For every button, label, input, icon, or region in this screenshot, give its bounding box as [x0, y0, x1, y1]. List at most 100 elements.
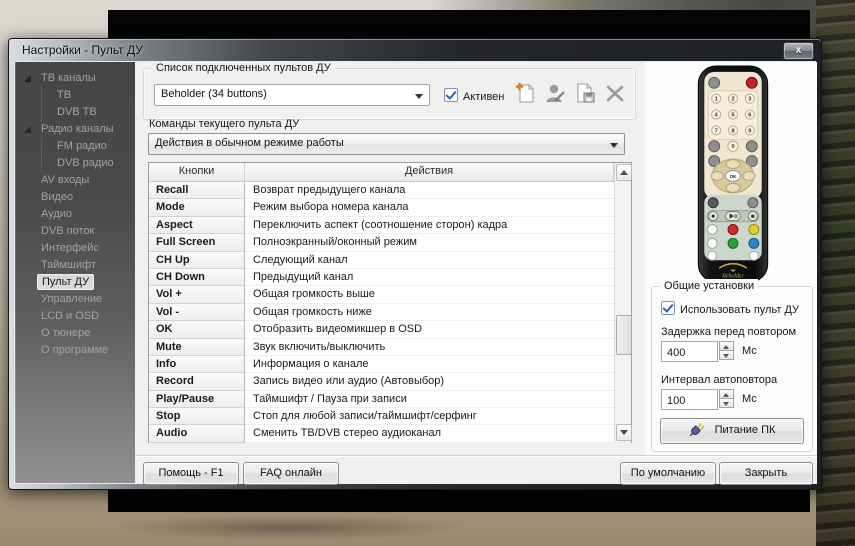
table-row[interactable]: InfoИнформация о канале	[149, 356, 631, 373]
delete-remote-icon[interactable]	[602, 80, 628, 106]
button-cell[interactable]: CH Down	[149, 269, 245, 286]
remote-list-group-label: Список подключенных пультов ДУ	[152, 61, 335, 75]
remote-select[interactable]: Beholder (34 buttons)	[154, 84, 430, 106]
sidebar-item-label: Видео	[37, 191, 77, 203]
sidebar-item-3[interactable]: Радио каналы	[15, 121, 135, 138]
scroll-up-button[interactable]	[616, 164, 632, 181]
button-cell[interactable]: Record	[149, 373, 245, 390]
help-button[interactable]: Помощь - F1	[143, 462, 239, 485]
table-row[interactable]: AudioСменить ТВ/DVB стерео аудиоканал	[149, 425, 631, 442]
table-row[interactable]: MuteЗвук включить/выключить	[149, 339, 631, 356]
button-cell[interactable]: Stop	[149, 408, 245, 425]
footer-bar: Помощь - F1 FAQ онлайн По умолчанию Закр…	[135, 455, 817, 484]
column-header-actions[interactable]: Действия	[245, 163, 614, 181]
stepper-down-button[interactable]	[719, 398, 734, 408]
button-cell[interactable]: Play/Pause	[149, 391, 245, 408]
action-cell[interactable]: Переключить аспект (соотношение сторон) …	[245, 217, 631, 234]
action-cell[interactable]: Отобразить видеомикшер в OSD	[245, 321, 631, 338]
action-cell[interactable]: Запись видео или аудио (Автовыбор)	[245, 373, 631, 390]
action-cell[interactable]: Информация о канале	[245, 356, 631, 373]
sidebar-item-1[interactable]: ТВ	[15, 87, 135, 104]
sidebar-item-5[interactable]: DVB радио	[15, 155, 135, 172]
sidebar-item-7[interactable]: Видео	[15, 189, 135, 206]
action-cell[interactable]: Следующий канал	[245, 252, 631, 269]
button-cell[interactable]: Audio	[149, 425, 245, 442]
sidebar-item-14[interactable]: LCD и OSD	[15, 308, 135, 325]
save-remote-icon[interactable]	[572, 80, 598, 106]
table-row[interactable]: RecallВозврат предыдущего канала	[149, 182, 631, 199]
sidebar-item-8[interactable]: Аудио	[15, 206, 135, 223]
use-remote-checkbox[interactable]	[661, 301, 675, 315]
table-row[interactable]: OKОтобразить видеомикшер в OSD	[149, 321, 631, 338]
table-row[interactable]: RecordЗапись видео или аудио (Автовыбор)	[149, 373, 631, 390]
sidebar-item-15[interactable]: О тюнере	[15, 325, 135, 342]
command-mode-select[interactable]: Действия в обычном режиме работы	[148, 133, 625, 155]
button-cell[interactable]: Full Screen	[149, 234, 245, 251]
action-cell[interactable]: Полноэкранный/оконный режим	[245, 234, 631, 251]
scroll-down-button[interactable]	[616, 424, 632, 441]
action-cell[interactable]: Возврат предыдущего канала	[245, 182, 631, 199]
commands-table: Кнопки Действия RecallВозврат предыдущег…	[148, 162, 632, 443]
sidebar-item-11[interactable]: Таймшифт	[15, 257, 135, 274]
table-row[interactable]: Full ScreenПолноэкранный/оконный режим	[149, 234, 631, 251]
scroll-thumb[interactable]	[616, 315, 632, 355]
table-scrollbar[interactable]	[614, 163, 631, 442]
use-remote-row[interactable]: Использовать пульт ДУ	[661, 301, 799, 315]
button-cell[interactable]: OK	[149, 321, 245, 338]
faq-button[interactable]: FAQ онлайн	[243, 462, 339, 485]
close-button[interactable]: x	[783, 42, 814, 60]
table-row[interactable]: CH DownПредыдущий канал	[149, 269, 631, 286]
sidebar-item-9[interactable]: DVB поток	[15, 223, 135, 240]
sidebar-item-13[interactable]: Управление	[15, 291, 135, 308]
sidebar-item-10[interactable]: Интерфейс	[15, 240, 135, 257]
interval-unit: Мс	[742, 393, 757, 405]
button-cell[interactable]: Mute	[149, 339, 245, 356]
right-panel: 1234567890 OK	[645, 62, 817, 483]
sidebar-item-4[interactable]: FM радио	[15, 138, 135, 155]
interval-stepper[interactable]	[719, 389, 734, 409]
action-cell[interactable]: Общая громкость выше	[245, 286, 631, 303]
titlebar[interactable]: Настройки - Пульт ДУ x	[9, 39, 821, 61]
delay-stepper[interactable]	[719, 341, 734, 361]
stepper-down-button[interactable]	[719, 350, 734, 360]
action-cell[interactable]: Звук включить/выключить	[245, 339, 631, 356]
defaults-button[interactable]: По умолчанию	[620, 462, 716, 485]
table-row[interactable]: ModeРежим выбора номера канала	[149, 199, 631, 216]
column-header-buttons[interactable]: Кнопки	[149, 163, 245, 181]
button-cell[interactable]: Aspect	[149, 217, 245, 234]
active-checkbox-row[interactable]: Активен	[444, 88, 504, 102]
table-row[interactable]: CH UpСледующий канал	[149, 252, 631, 269]
general-settings-label: Общие установки	[660, 279, 758, 293]
sidebar-item-12[interactable]: Пульт ДУ	[15, 274, 135, 291]
action-cell[interactable]: Общая громкость ниже	[245, 304, 631, 321]
button-cell[interactable]: Vol -	[149, 304, 245, 321]
button-cell[interactable]: Mode	[149, 199, 245, 216]
action-cell[interactable]: Сменить ТВ/DVB стерео аудиоканал	[245, 425, 631, 442]
delay-input[interactable]: 400	[661, 341, 718, 362]
table-row[interactable]: AspectПереключить аспект (соотношение ст…	[149, 217, 631, 234]
pc-power-button[interactable]: Питание ПК	[660, 418, 804, 444]
table-row[interactable]: StopСтоп для любой записи/таймшифт/серфи…	[149, 408, 631, 425]
sidebar-item-0[interactable]: ТВ каналы	[15, 70, 135, 87]
table-row[interactable]: Play/PauseТаймшифт / Пауза при записи	[149, 391, 631, 408]
sidebar-item-2[interactable]: DVB ТВ	[15, 104, 135, 121]
rename-remote-icon[interactable]	[542, 80, 568, 106]
sidebar-item-6[interactable]: AV входы	[15, 172, 135, 189]
close-dialog-button[interactable]: Закрыть	[719, 462, 813, 485]
new-remote-icon[interactable]	[512, 80, 538, 106]
button-cell[interactable]: Recall	[149, 182, 245, 199]
action-cell[interactable]: Предыдущий канал	[245, 269, 631, 286]
button-cell[interactable]: Vol +	[149, 286, 245, 303]
action-cell[interactable]: Таймшифт / Пауза при записи	[245, 391, 631, 408]
tree-expander-icon[interactable]	[24, 75, 31, 82]
action-cell[interactable]: Стоп для любой записи/таймшифт/серфинг	[245, 408, 631, 425]
table-row[interactable]: Vol -Общая громкость ниже	[149, 304, 631, 321]
button-cell[interactable]: CH Up	[149, 252, 245, 269]
button-cell[interactable]: Info	[149, 356, 245, 373]
sidebar-item-16[interactable]: О программе	[15, 342, 135, 359]
table-row[interactable]: Vol +Общая громкость выше	[149, 286, 631, 303]
active-checkbox[interactable]	[444, 88, 458, 102]
interval-input[interactable]: 100	[661, 389, 718, 410]
action-cell[interactable]: Режим выбора номера канала	[245, 199, 631, 216]
tree-expander-icon[interactable]	[24, 126, 31, 133]
